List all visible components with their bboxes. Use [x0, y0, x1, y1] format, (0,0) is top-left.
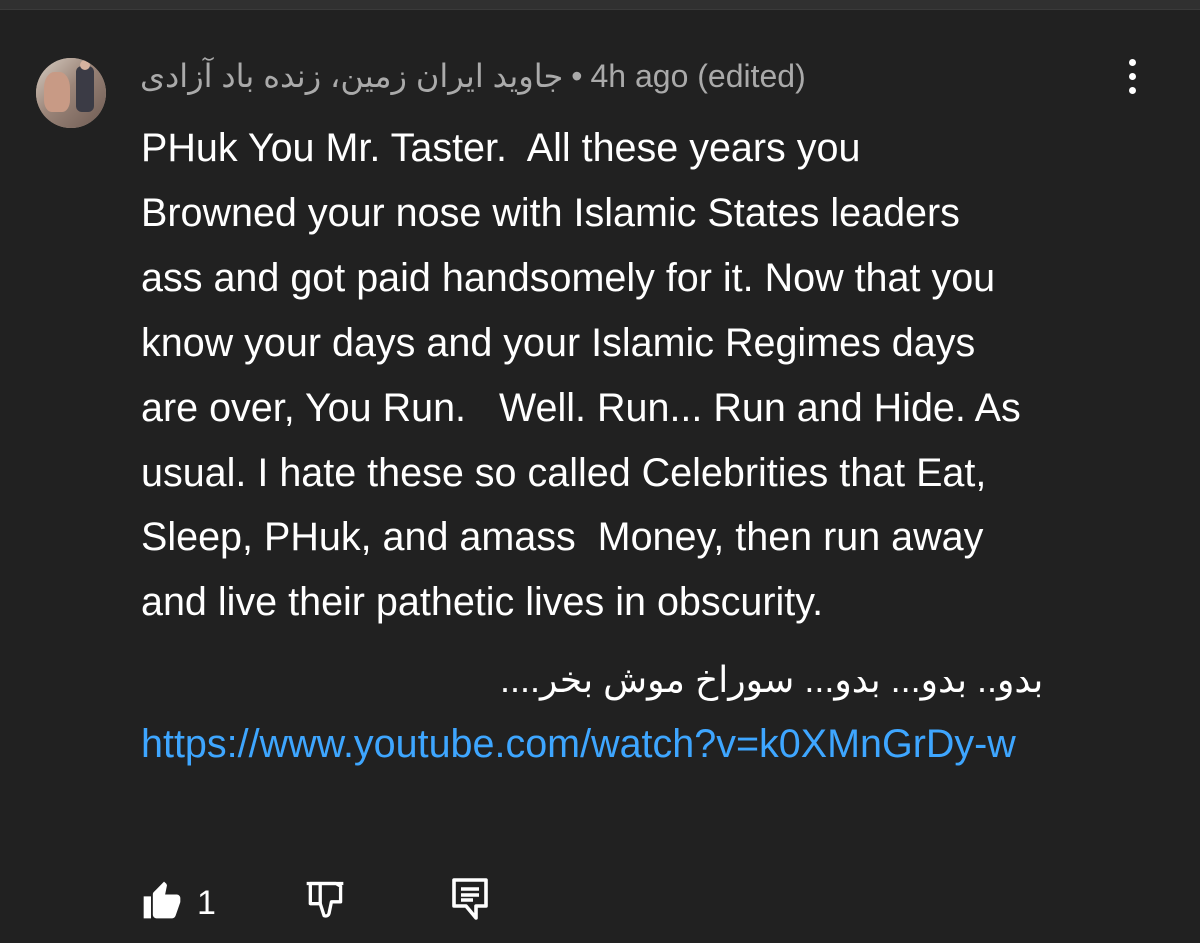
like-count: 1 [197, 884, 216, 922]
meta-separator: • [571, 57, 583, 94]
comment-link[interactable]: https://www.youtube.com/watch?v=k0XMnGrD… [141, 712, 1141, 777]
comment: جاوید ایران زمین، زنده باد آزادی • 4h ag… [0, 0, 1200, 933]
comment-persian-line: بدو.. بدو... بدو... سوراخ موش بخر.... [500, 659, 1044, 700]
reply-button[interactable] [450, 876, 496, 928]
more-vert-icon[interactable] [1112, 54, 1152, 98]
thumbs-up-icon [143, 881, 181, 919]
dislike-button[interactable] [303, 878, 353, 928]
like-button[interactable] [140, 878, 190, 928]
thumbs-down-icon [306, 881, 344, 918]
comment-header: جاوید ایران زمین، زنده باد آزادی • 4h ag… [140, 56, 806, 96]
comment-actions: 1 [0, 870, 1200, 930]
comment-body: PHuk You Mr. Taster. All these years you… [141, 126, 1021, 625]
author-name[interactable]: جاوید ایران زمین، زنده باد آزادی [140, 57, 563, 95]
reply-icon [452, 878, 488, 920]
avatar[interactable] [36, 58, 106, 128]
comment-timestamp: 4h ago (edited) [590, 57, 806, 94]
